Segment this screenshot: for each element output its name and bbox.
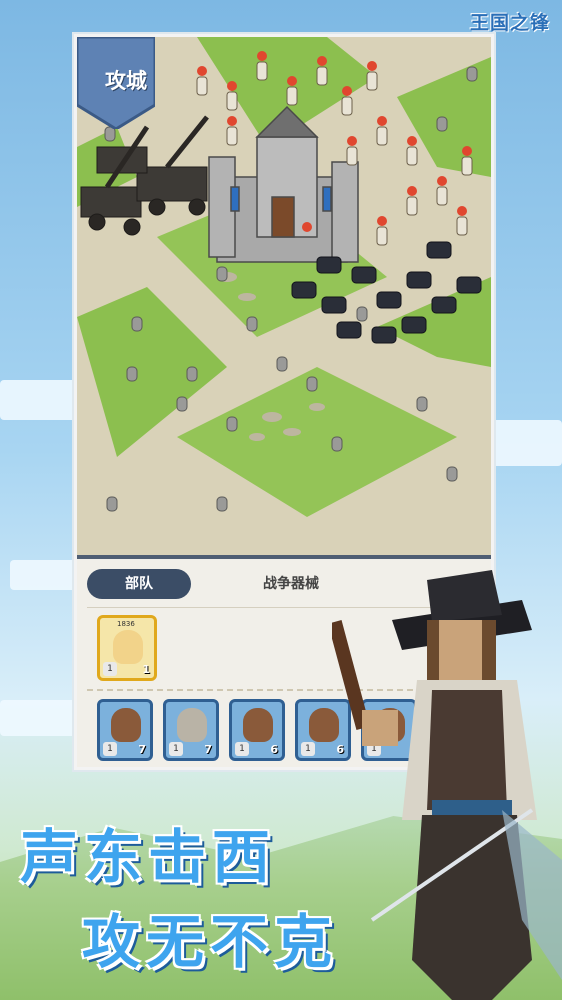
cloud — [10, 560, 80, 590]
unit-level: 1 — [235, 742, 249, 756]
hero-power: 1836 — [117, 620, 135, 628]
mode-badge: 攻城 — [105, 69, 147, 93]
unit-count: 7 — [138, 743, 146, 756]
unit-level: 1 — [169, 742, 183, 756]
pirate-character — [332, 570, 562, 1000]
hero-level: 1 — [103, 662, 117, 676]
hero-portrait — [113, 630, 143, 664]
hero-count: 1 — [142, 663, 150, 676]
knight-icon — [111, 708, 141, 742]
unit-card[interactable]: 1 7 — [163, 699, 219, 761]
hero-card[interactable]: 1836 1 1 — [97, 615, 157, 681]
battle-map[interactable]: 攻城 — [77, 37, 491, 555]
unit-count: 6 — [270, 743, 278, 756]
tab-troops[interactable]: 部队 — [87, 569, 191, 599]
unit-level: 1 — [301, 742, 315, 756]
unit-level: 1 — [103, 742, 117, 756]
promo-slogan-line1: 声东击西 — [20, 823, 277, 891]
game-logo: 王国之锋 — [469, 12, 550, 34]
crossed-swords-icon — [243, 708, 273, 742]
shield-icon — [177, 708, 207, 742]
tab-siege-weapons[interactable]: 战争器械 — [237, 569, 345, 599]
promo-slogan-line2: 攻无不克 — [82, 908, 339, 976]
cloud — [490, 420, 562, 466]
unit-count: 7 — [204, 743, 212, 756]
unit-card[interactable]: 1 7 — [97, 699, 153, 761]
unit-card[interactable]: 1 6 — [229, 699, 285, 761]
